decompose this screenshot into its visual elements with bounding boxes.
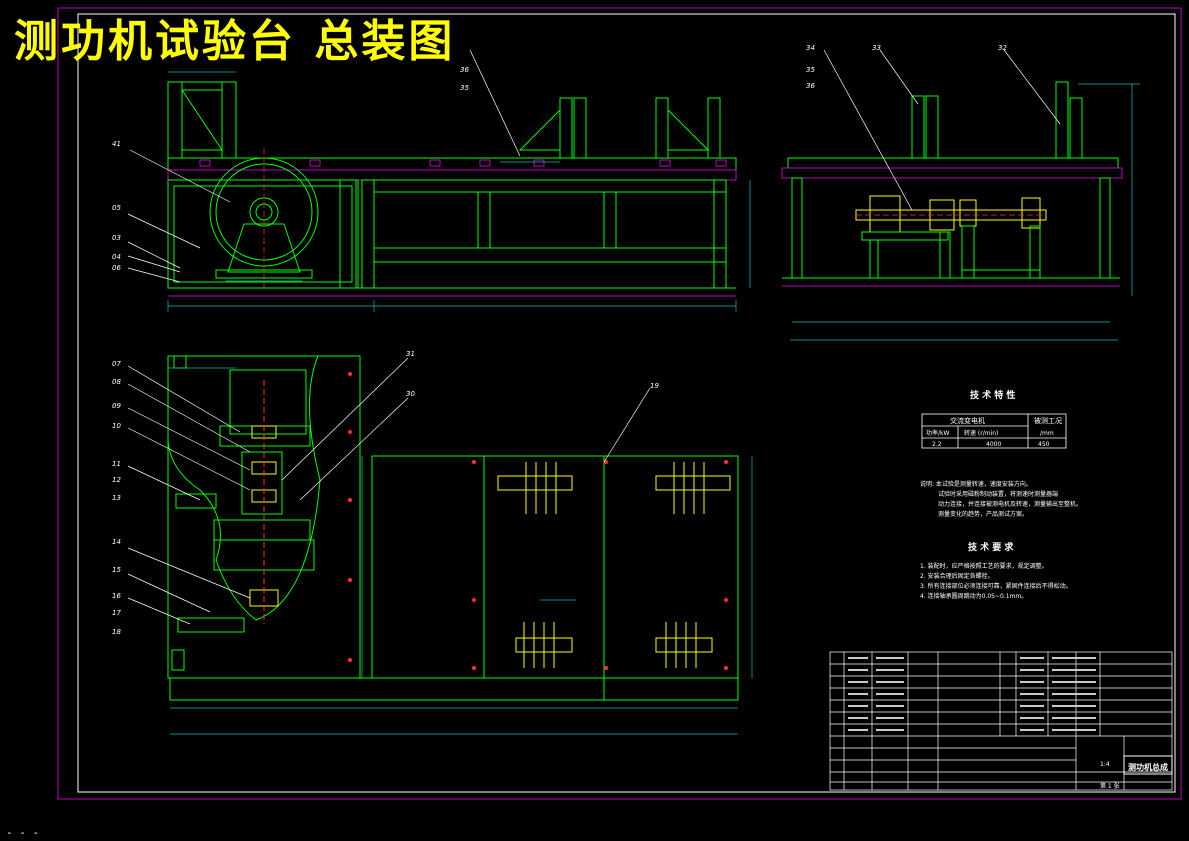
callout-side-2: 35 bbox=[806, 66, 815, 74]
tech-spec-sub-3: /mm bbox=[1040, 430, 1054, 437]
callout-plan-10: 16 bbox=[112, 592, 121, 600]
callout-plan-5: 11 bbox=[112, 460, 121, 468]
callout-front-4: 04 bbox=[112, 253, 121, 261]
callout-plan-13: 31 bbox=[406, 350, 415, 358]
tech-req-1: 1. 装配时，应严格按照工艺的要求，规定调整。 bbox=[920, 562, 1048, 570]
callout-plan-14: 30 bbox=[406, 390, 415, 398]
tech-spec-header-right: 被测工况 bbox=[1034, 416, 1062, 425]
side-view bbox=[781, 81, 1123, 287]
parts-list-grid bbox=[829, 651, 1173, 791]
callout-top-1: 36 bbox=[460, 66, 469, 74]
callout-plan-7: 13 bbox=[112, 494, 121, 502]
assembly-drawing: 41 05 03 04 06 36 35 34 35 36 33 32 07 0… bbox=[57, 7, 1182, 800]
callout-side-4: 33 bbox=[872, 44, 881, 52]
side-view-leaders bbox=[823, 49, 1061, 211]
drawing-sheet: 第 1 张 bbox=[1100, 782, 1120, 790]
callout-plan-8: 14 bbox=[112, 538, 121, 546]
drawing-name: 测功机总成 bbox=[1128, 762, 1168, 772]
callout-plan-12: 18 bbox=[112, 628, 121, 636]
inner-frame bbox=[77, 13, 1176, 793]
callout-plan-9: 15 bbox=[112, 566, 121, 574]
callout-side-5: 32 bbox=[998, 44, 1007, 52]
tech-req-2: 2. 安装合理后固定各螺栓。 bbox=[920, 572, 994, 580]
tech-specs-heading: 技 术 特 性 bbox=[970, 389, 1015, 401]
tech-spec-header-left: 交流变电机 bbox=[950, 416, 985, 425]
callout-plan-6: 12 bbox=[112, 476, 121, 484]
callout-top-2: 35 bbox=[460, 84, 469, 92]
callout-side-3: 36 bbox=[806, 82, 815, 90]
callout-plan-11: 17 bbox=[112, 609, 121, 617]
tech-spec-note-3: 动力连接，并连接被测电机及转速，测量输出至整机。 bbox=[938, 500, 1082, 508]
bottom-mark: - - - bbox=[6, 826, 40, 839]
tech-spec-note-2: 试验时采用磁粉制动装置，将测速时测量器端 bbox=[938, 490, 1058, 498]
callout-front-2: 05 bbox=[112, 204, 121, 212]
callout-plan-2: 08 bbox=[112, 378, 121, 386]
outer-frame bbox=[57, 7, 1182, 800]
parts-list-text-marks bbox=[848, 657, 1096, 731]
front-view bbox=[167, 81, 737, 297]
plan-view bbox=[167, 355, 739, 701]
callout-front-3: 03 bbox=[112, 234, 121, 242]
tech-spec-val-1: 2.2 bbox=[932, 441, 942, 448]
callout-side-1: 34 bbox=[806, 44, 815, 52]
tech-req-4: 4. 连接轴承圆周跳动为0.05~0.1mm。 bbox=[920, 592, 1027, 600]
drawing-scale: 1:4 bbox=[1100, 761, 1110, 768]
callout-front-5: 06 bbox=[112, 264, 121, 272]
tech-spec-sub-2: 转速 (r/min) bbox=[964, 429, 998, 437]
side-view-dimensions bbox=[790, 83, 1140, 341]
tech-spec-val-3: 450 bbox=[1038, 441, 1050, 448]
tech-spec-val-2: 4000 bbox=[986, 441, 1001, 448]
tech-req-heading: 技 术 要 求 bbox=[968, 541, 1014, 553]
tech-req-3: 3. 所有连接部位必须连接可靠，紧固件连接后不得松动。 bbox=[920, 582, 1072, 590]
callout-plan-15: 19 bbox=[650, 382, 659, 390]
tech-spec-note-4: 测量变化的趋势，产品测试方案。 bbox=[938, 510, 1028, 518]
tech-spec-note-1: 说明: 本试验是测量转速，速度安装方向。 bbox=[920, 480, 1032, 488]
callout-plan-4: 10 bbox=[112, 422, 121, 430]
callout-plan-1: 07 bbox=[112, 360, 121, 368]
plan-view-leaders bbox=[127, 357, 651, 625]
tech-spec-sub-1: 功率/kW bbox=[926, 429, 949, 437]
callout-front-1: 41 bbox=[112, 140, 121, 148]
callout-plan-3: 09 bbox=[112, 402, 121, 410]
plan-view-dimensions bbox=[168, 367, 753, 735]
plan-view-bolt-markers bbox=[348, 372, 728, 670]
drawing-title: 测功机试验台 总装图 bbox=[14, 16, 456, 67]
